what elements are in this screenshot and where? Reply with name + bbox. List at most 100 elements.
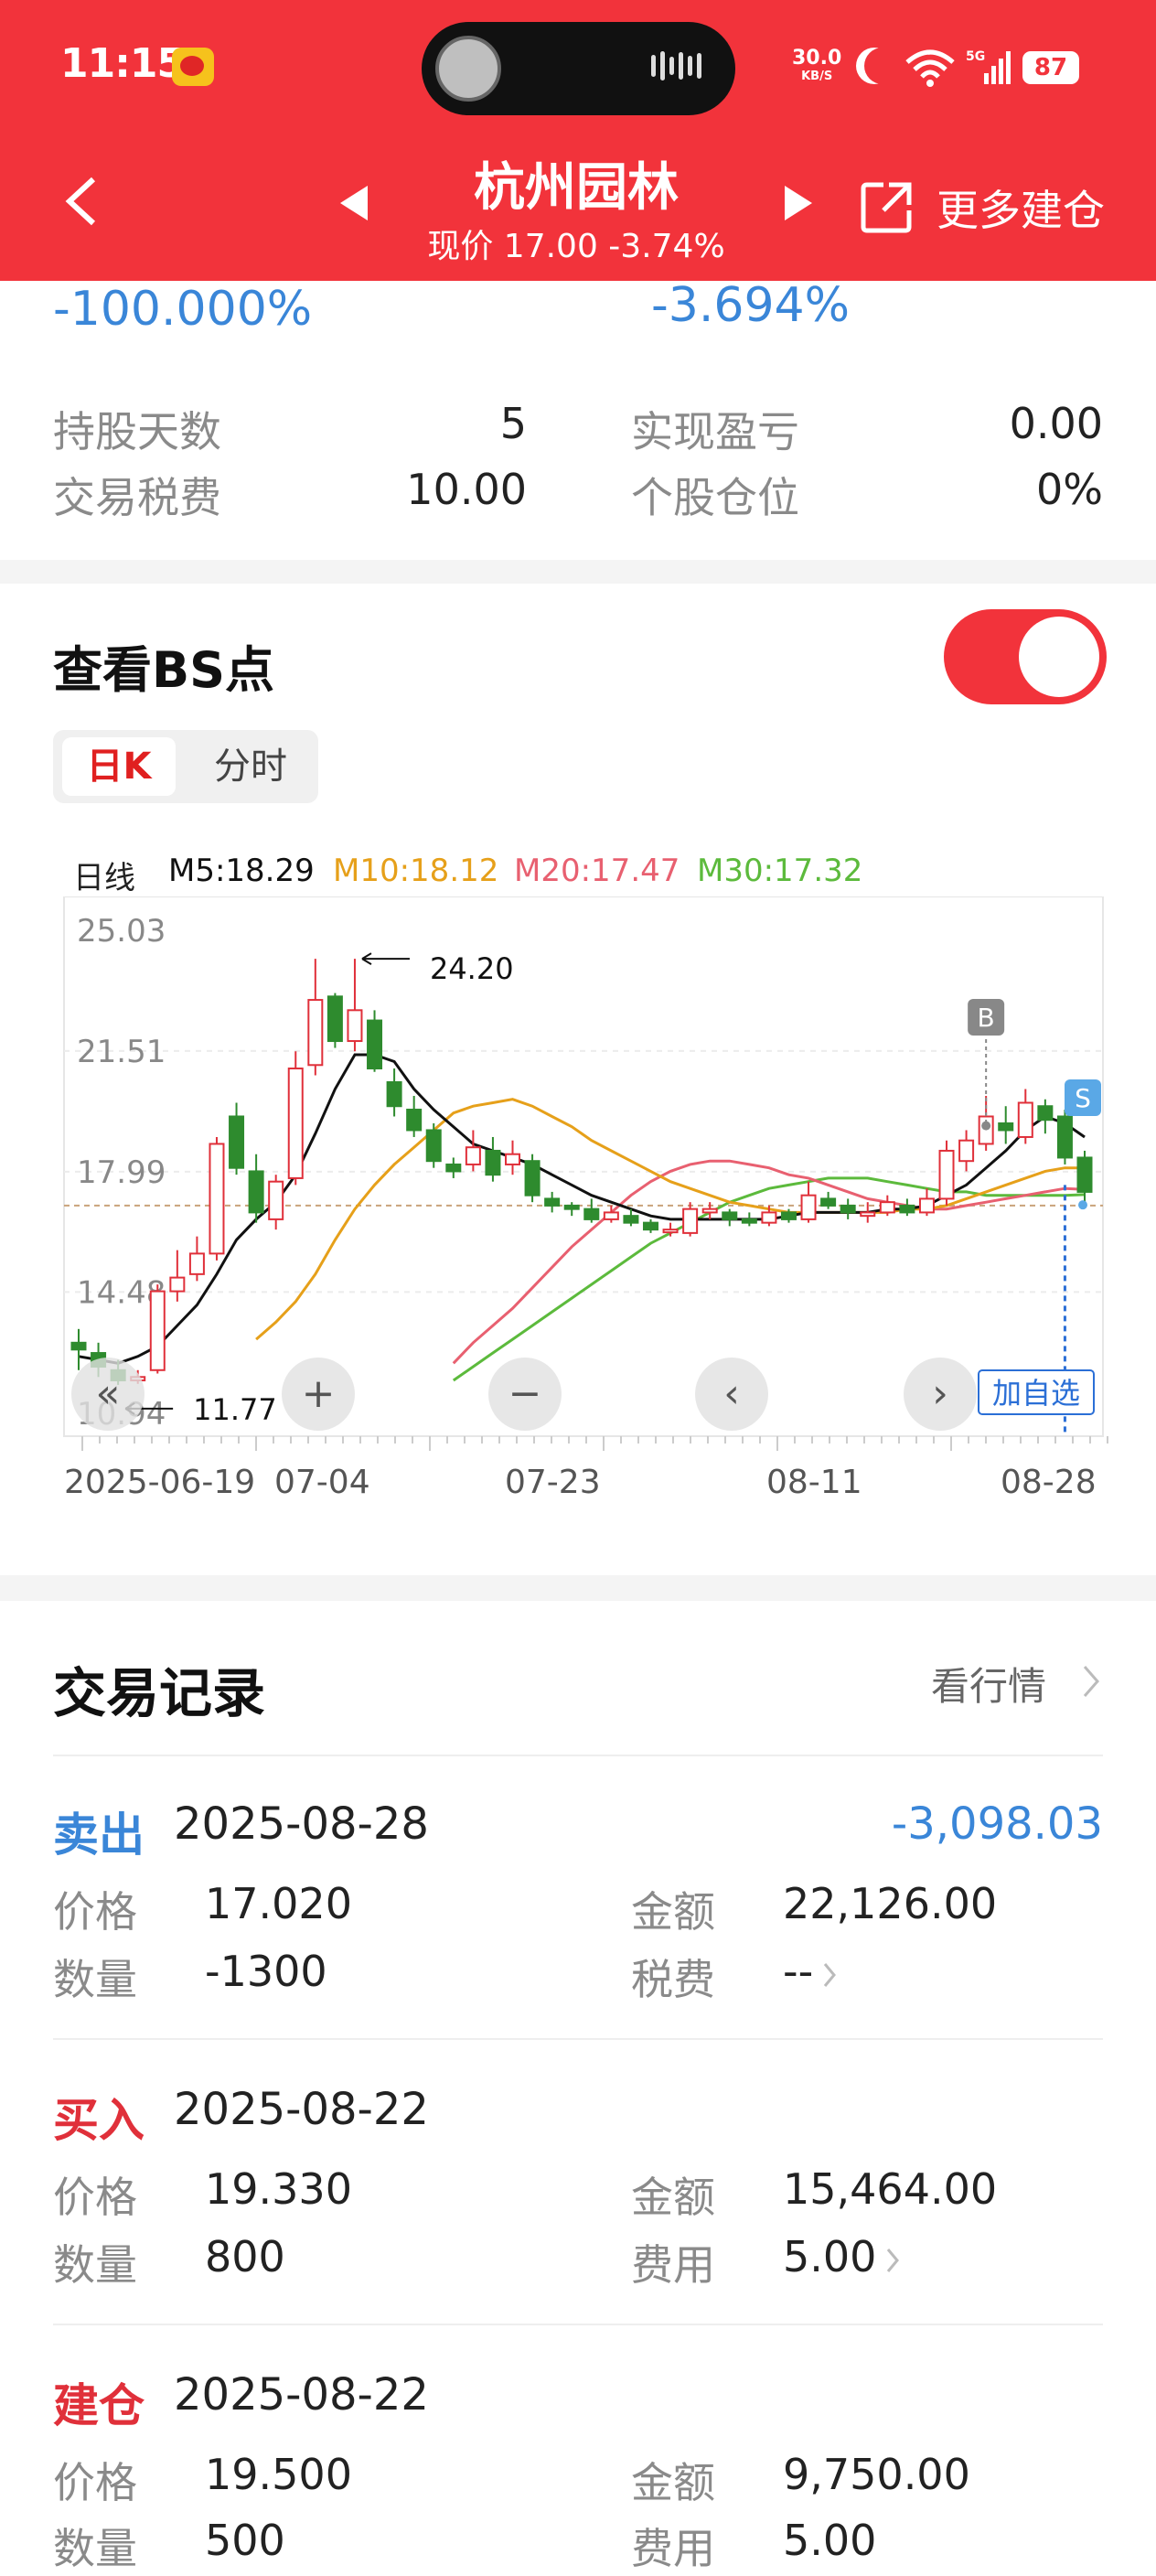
candle (879, 1201, 895, 1214)
prev-stock-button[interactable] (340, 186, 368, 220)
candle (800, 1194, 817, 1220)
candle (761, 1211, 777, 1224)
total-label: 金额 (631, 1887, 715, 1937)
candle (505, 1153, 521, 1165)
ma-period-label: 日线 (73, 860, 135, 896)
fee-value[interactable]: -- (783, 1947, 837, 1996)
candle (820, 1197, 837, 1207)
fee-text: 5.00 (783, 2516, 877, 2565)
fee-label: 费用 (631, 2240, 715, 2290)
record-date: 2025-08-22 (174, 2084, 429, 2135)
back-arrow-icon[interactable] (60, 174, 102, 229)
view-market-link[interactable]: 看行情 (931, 1656, 1046, 1712)
candle (425, 1129, 442, 1163)
section-divider (0, 560, 1156, 584)
price-label: 价格 (53, 2458, 137, 2507)
candle (1017, 1101, 1033, 1138)
fee-label: 税费 (631, 1955, 715, 2004)
candle (544, 1197, 561, 1207)
candle (1037, 1105, 1054, 1122)
y-tick-label: 17.99 (77, 1154, 166, 1191)
tax-label: 交易税费 (53, 473, 221, 522)
x-tick-4: 08-28 (1001, 1464, 1097, 1501)
ma5-legend: M5:18.29 (168, 853, 315, 889)
tab-intraday[interactable]: 分时 (187, 737, 315, 796)
candle (169, 1276, 186, 1293)
record-date: 2025-08-28 (174, 1798, 429, 1850)
total-label: 金额 (631, 2173, 715, 2222)
records-title: 交易记录 (53, 1662, 266, 1724)
price-label: 价格 (53, 1887, 137, 1937)
qty-value: 800 (205, 2232, 285, 2281)
next-stock-button[interactable] (785, 186, 812, 220)
qty-label: 数量 (53, 2524, 137, 2573)
external-link-icon[interactable] (858, 179, 915, 236)
status-time: 11:15 (60, 40, 185, 87)
buy-point (981, 1121, 991, 1131)
ma10-legend: M10:18.12 (333, 853, 499, 889)
price-label: 价格 (53, 2173, 137, 2222)
more-positions-button[interactable]: 更多建仓 (937, 177, 1105, 238)
candle (209, 1143, 225, 1255)
candle (465, 1146, 481, 1165)
candle (307, 999, 324, 1067)
candle (918, 1197, 935, 1214)
fee-text: 5.00 (783, 2232, 877, 2281)
bs-toggle-knob[interactable] (1019, 617, 1099, 697)
pan-right-icon: › (932, 1370, 948, 1417)
return-percent-left: -100.000% (53, 282, 313, 337)
tax-value: 10.00 (406, 465, 527, 514)
media-avatar-icon (435, 36, 501, 102)
ma20-legend: M20:17.47 (514, 853, 680, 889)
max-price-label: 24.20 (430, 951, 514, 986)
section-divider (0, 1575, 1156, 1601)
candle (1076, 1156, 1093, 1193)
fee-label: 费用 (631, 2524, 715, 2573)
net-speed: 30.0 KB/S (792, 47, 842, 84)
y-tick-label: 21.51 (77, 1034, 166, 1070)
candle (326, 995, 343, 1043)
candle (188, 1252, 205, 1275)
network-type: 5G (966, 49, 985, 64)
qty-label: 数量 (53, 1955, 137, 2004)
record-type: 建仓 (53, 2379, 144, 2432)
chevron-right-icon[interactable] (1081, 1663, 1101, 1700)
candle (268, 1180, 284, 1220)
total-value: 22,126.00 (783, 1879, 998, 1928)
y-tick-label: 25.03 (77, 913, 166, 950)
hold-days-label: 持股天数 (53, 407, 221, 456)
fee-value[interactable]: 5.00 (783, 2516, 876, 2565)
candle (347, 1009, 363, 1043)
realized-pnl-label: 实现盈亏 (631, 407, 799, 456)
do-not-disturb-icon (864, 48, 901, 84)
kline-chart[interactable]: 25.0321.5117.9914.4810.9424.2011.77BS«+−… (0, 896, 1156, 1537)
candle (860, 1211, 876, 1218)
realized-pnl-value: 0.00 (1009, 399, 1103, 448)
x-tick-1: 07-04 (274, 1464, 370, 1501)
header-bar: 11:15 30.0 KB/S 5G 87 杭州园林 现价 17.00 -3.74… (0, 0, 1156, 281)
total-label: 金额 (631, 2458, 715, 2507)
price-value: 17.020 (205, 1879, 352, 1928)
price-value: 19.330 (205, 2164, 352, 2214)
record-amount: -3,098.03 (891, 1798, 1103, 1850)
candle (938, 1149, 955, 1200)
battery-indicator: 87 (1022, 51, 1079, 84)
bs-section-title: 查看BS点 (53, 641, 275, 699)
candle (524, 1160, 541, 1197)
record-divider (53, 1755, 1103, 1756)
audio-wave-icon (651, 51, 706, 84)
candle (603, 1211, 619, 1220)
candle (722, 1211, 738, 1220)
candle (899, 1204, 915, 1214)
record-divider (53, 2038, 1103, 2040)
tab-daily-k[interactable]: 日K (62, 737, 176, 796)
candle (406, 1108, 423, 1132)
candle (445, 1163, 462, 1173)
sell-point (1078, 1200, 1087, 1210)
total-value: 9,750.00 (783, 2450, 970, 2499)
fee-value[interactable]: 5.00 (783, 2232, 900, 2281)
zoom-out-icon: − (508, 1370, 542, 1417)
hold-days-value: 5 (499, 399, 527, 448)
candle (780, 1211, 797, 1220)
total-value: 15,464.00 (783, 2164, 998, 2214)
